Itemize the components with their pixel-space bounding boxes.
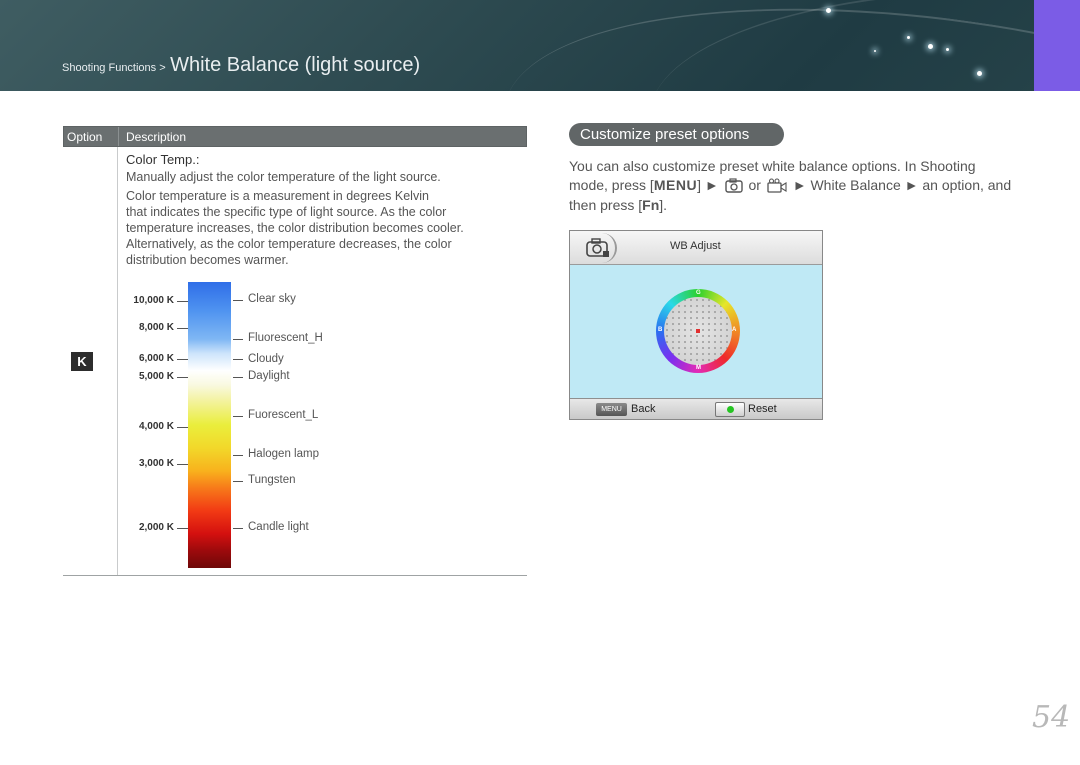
wheel-label-g: G [696,290,701,296]
instruction-text: ] ► [697,177,719,193]
light-source-label: Tungsten [248,474,296,486]
table-header: Option Description [63,126,527,147]
kelvin-label: 3,000 K [138,458,174,469]
screen-title-bar: WB Adjust [570,231,822,265]
movie-camera-icon [767,178,787,196]
option-title: Color Temp.: [126,152,200,167]
instruction-text: mode, press [ [569,177,654,193]
description-line: Alternatively, as the color temperature … [126,237,452,251]
instruction-line: You can also customize preset white bala… [569,158,976,174]
wheel-label-a: A [732,327,737,333]
breadcrumb: Shooting Functions > White Balance (ligh… [62,54,420,77]
source-tick [233,359,243,360]
table-bottom-rule [63,575,527,576]
description-line: distribution becomes warmer. [126,253,289,267]
color-wheel[interactable]: G A M B [656,289,740,373]
description-line: temperature increases, the color distrib… [126,221,464,235]
kelvin-tick [177,328,188,329]
instruction-line: then press [Fn]. [569,197,667,213]
source-tick [233,528,243,529]
light-source-label: Daylight [248,370,290,382]
description-line: Manually adjust the color temperature of… [126,170,441,184]
light-source-label: Cloudy [248,353,284,365]
page-number: 54 [1032,700,1071,735]
breadcrumb-parent: Shooting Functions > [62,62,166,74]
kelvin-tick [177,301,188,302]
light-source-label: Halogen lamp [248,448,319,460]
kelvin-label: 8,000 K [138,322,174,333]
light-source-label: Candle light [248,521,309,533]
instruction-text: then press [ [569,197,643,213]
section-title: Customize preset options [569,123,784,146]
description-line: that indicates the specific type of ligh… [126,205,447,219]
page-title: White Balance (light source) [170,54,421,76]
column-divider [117,147,118,576]
kelvin-label: 10,000 K [133,295,174,306]
source-tick [233,339,243,340]
header-divider [118,127,119,146]
kelvin-tick [177,464,188,465]
reset-button[interactable] [715,402,745,417]
instruction-text: or [748,177,761,193]
source-tick [233,300,243,301]
light-source-label: Fluorescent_H [248,332,323,344]
description-line: Color temperature is a measurement in de… [126,189,429,203]
wb-adjust-grid[interactable] [664,297,732,365]
kelvin-tick [177,427,188,428]
reset-label: Reset [748,403,777,415]
instruction-text: ]. [659,197,668,213]
screen-title: WB Adjust [670,240,721,252]
kelvin-label: 5,000 K [138,371,174,382]
kelvin-label: 2,000 K [138,522,174,533]
camera-icon [724,178,743,196]
color-temperature-bar [188,282,231,568]
kelvin-icon: K [71,352,93,371]
menu-button[interactable]: MENU [596,403,627,416]
kelvin-label: 6,000 K [138,353,174,364]
fn-key-label: Fn [642,197,660,213]
chapter-tab [1034,0,1080,91]
kelvin-label: 4,000 K [138,421,174,432]
wb-adjust-screen: WB Adjust G A M B MENU Back Reset [569,230,823,420]
source-tick [233,481,243,482]
wheel-label-b: B [658,327,663,333]
column-header-option: Option [67,130,103,144]
header-banner: Shooting Functions > White Balance (ligh… [0,0,1080,91]
light-source-label: Clear sky [248,293,296,305]
wb-cursor[interactable] [696,329,700,333]
wheel-label-m: M [696,365,701,371]
light-source-label: Fuorescent_L [248,409,319,421]
kelvin-tick [177,528,188,529]
screen-footer: MENU Back Reset [570,398,822,419]
menu-key-label: MENU [653,177,698,193]
kelvin-tick [177,377,188,378]
back-label: Back [631,403,656,415]
instruction-line: mode, press [MENU] ► or ► White Balance … [569,177,1011,196]
camera-mode-icon [576,233,617,263]
instruction-text: ► White Balance ► an option, and [792,177,1012,193]
kelvin-tick [177,359,188,360]
column-header-description: Description [126,130,187,144]
source-tick [233,416,243,417]
source-tick [233,377,243,378]
source-tick [233,455,243,456]
ok-dot-icon [727,406,734,413]
